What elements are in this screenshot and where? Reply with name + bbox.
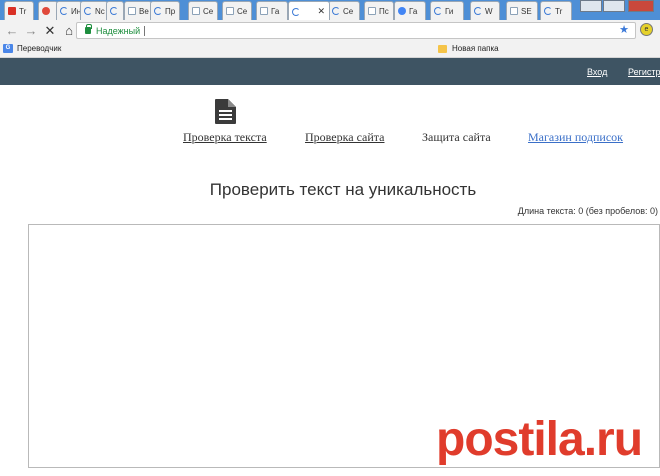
bookmark-translate[interactable]: G Переводчик: [3, 44, 61, 53]
tab-title: SE: [521, 6, 532, 16]
translate-icon: G: [3, 44, 13, 53]
login-link[interactable]: Вход: [587, 67, 607, 77]
page-icon: [510, 7, 518, 15]
back-arrow-icon[interactable]: ←: [5, 23, 19, 38]
tab-title: Се: [237, 6, 248, 16]
browser-tab[interactable]: Ве: [124, 1, 152, 20]
site-header: Вход Регистр: [0, 58, 660, 85]
nav-subscription-shop[interactable]: Магазин подписок: [528, 130, 623, 145]
loading-icon: [154, 7, 162, 15]
browser-tab[interactable]: Ин: [56, 1, 82, 20]
tab-title: Га: [409, 6, 418, 16]
tab-title: Tr: [19, 6, 27, 16]
nav-site-protection[interactable]: Защита сайта: [422, 130, 491, 145]
browser-tab[interactable]: Се: [188, 1, 218, 20]
close-tab-icon[interactable]: ✕: [317, 6, 325, 17]
browser-tab[interactable]: Пр: [150, 1, 180, 20]
browser-tab[interactable]: Пс: [364, 1, 394, 20]
tab-title: Tr: [555, 6, 563, 16]
tab-strip: Tr Ин Nc Ве Пр Се Се Га ✕ Се Пс Га Ги W …: [0, 0, 660, 20]
mail-icon: [8, 7, 16, 15]
browser-tab[interactable]: Га: [394, 1, 426, 20]
browser-tab[interactable]: [38, 1, 58, 20]
loading-icon: [434, 7, 442, 15]
text-length-counter: Длина текста: 0 (без пробелов: 0): [517, 206, 658, 216]
loading-icon: [474, 7, 482, 15]
tab-title: Га: [271, 6, 280, 16]
address-divider: [144, 25, 146, 36]
browser-tab[interactable]: Tr: [540, 1, 572, 20]
forward-arrow-icon[interactable]: →: [24, 23, 38, 38]
bookmark-label: Переводчик: [17, 44, 62, 53]
extension-icon[interactable]: e: [640, 23, 653, 36]
nav-site-check[interactable]: Проверка сайта: [305, 130, 385, 145]
browser-tab[interactable]: Nc: [80, 1, 108, 20]
tab-title: Nc: [95, 6, 105, 16]
stop-loading-icon[interactable]: ✕: [43, 23, 57, 38]
address-bar[interactable]: Надежный ★: [76, 22, 636, 39]
bookmarks-bar: G Переводчик Новая папка: [0, 41, 660, 58]
watermark-text: postila.ru: [436, 413, 643, 466]
register-link[interactable]: Регистр: [628, 67, 660, 77]
tab-title: Пс: [379, 6, 389, 16]
loading-icon: [84, 7, 92, 15]
loading-icon: [332, 7, 340, 15]
bookmark-folder[interactable]: Новая папка: [438, 44, 499, 53]
bookmark-label: Новая папка: [452, 44, 499, 53]
loading-icon: [544, 7, 552, 15]
browser-tab[interactable]: SE: [506, 1, 538, 20]
document-icon: [215, 99, 236, 124]
page-title: Проверить текст на уникальность: [209, 180, 477, 199]
folder-icon: [438, 44, 447, 53]
tab-title: Ги: [445, 6, 454, 16]
tab-title: Се: [343, 6, 354, 16]
page-icon: [260, 7, 268, 15]
window-close-button[interactable]: [628, 0, 654, 12]
loading-icon: [292, 7, 300, 16]
chrome-icon: [42, 7, 50, 15]
postila-watermark: postila.ru: [436, 410, 643, 466]
tab-title: Пр: [165, 6, 176, 16]
secure-label: Надежный: [96, 25, 141, 36]
browser-toolbar: ← → ✕ ⌂ Надежный ★: [0, 20, 660, 41]
loading-icon: [110, 7, 118, 15]
tab-title: Се: [203, 6, 214, 16]
browser-tab[interactable]: Га: [256, 1, 288, 20]
bookmark-star-icon[interactable]: ★: [619, 23, 629, 38]
page-icon: [368, 7, 376, 15]
browser-tab[interactable]: W: [470, 1, 500, 20]
browser-tab[interactable]: Се: [222, 1, 252, 20]
active-browser-tab[interactable]: ✕: [288, 1, 330, 20]
nav-text-check[interactable]: Проверка текста: [183, 130, 267, 145]
browser-tab[interactable]: Ги: [430, 1, 464, 20]
lock-icon: [85, 24, 92, 34]
google-icon: [398, 7, 406, 15]
loading-icon: [60, 7, 68, 15]
browser-tab[interactable]: Tr: [4, 1, 34, 20]
home-icon[interactable]: ⌂: [62, 23, 76, 38]
browser-tab[interactable]: Се: [328, 1, 360, 20]
page-icon: [128, 7, 136, 15]
browser-tab[interactable]: [106, 1, 124, 20]
page-icon: [192, 7, 200, 15]
tab-title: W: [485, 6, 493, 16]
maximize-button[interactable]: [603, 0, 625, 12]
tab-title: Ве: [139, 6, 149, 16]
page-icon: [226, 7, 234, 15]
minimize-button[interactable]: [580, 0, 602, 12]
